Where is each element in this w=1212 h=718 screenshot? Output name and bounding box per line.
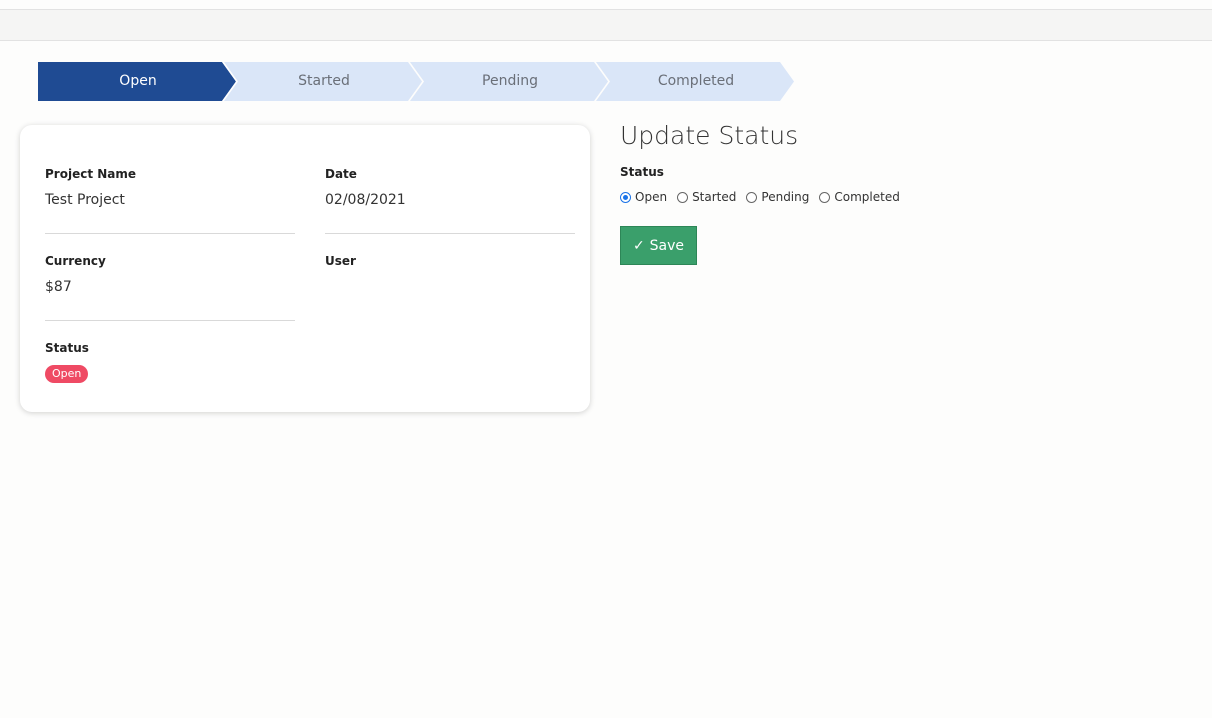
radio-started[interactable]: Started	[677, 190, 736, 204]
project-name-label: Project Name	[45, 167, 137, 181]
step-label: Pending	[482, 73, 538, 89]
status-radio-group: Open Started Pending Completed	[620, 188, 910, 206]
divider	[45, 320, 295, 321]
step-label: Completed	[657, 73, 735, 89]
user-value	[325, 277, 575, 297]
step-pending[interactable]: Pending	[410, 62, 610, 101]
step-label: Started	[298, 73, 350, 89]
update-status-title: Update Status	[620, 121, 799, 150]
date-field: Date 02/08/2021	[325, 166, 575, 210]
project-name-field: Project Name Test Project	[45, 166, 295, 210]
currency-field: Currency $87	[45, 253, 295, 297]
step-open[interactable]: Open	[38, 62, 238, 101]
divider	[45, 233, 295, 234]
project-details-card: Project Name Test Project Date 02/08/202…	[20, 125, 590, 412]
radio-completed[interactable]: Completed	[819, 190, 900, 204]
radio-button[interactable]	[677, 191, 689, 203]
save-button[interactable]: ✓ Save	[620, 226, 697, 265]
step-completed[interactable]: Completed	[596, 62, 796, 101]
save-label: Save	[649, 237, 685, 254]
status-form-label: Status	[620, 165, 664, 179]
status-field: Status Open	[45, 340, 295, 383]
date-label: Date	[325, 167, 357, 181]
radio-button[interactable]	[746, 191, 758, 203]
radio-label: Completed	[834, 190, 900, 204]
radio-button[interactable]	[620, 191, 631, 203]
radio-label: Open	[635, 190, 668, 204]
radio-label: Started	[692, 190, 737, 204]
step-started[interactable]: Started	[224, 62, 424, 101]
date-value: 02/08/2021	[325, 192, 406, 208]
check-icon: ✓	[632, 237, 645, 254]
user-field: User	[325, 253, 575, 297]
currency-label: Currency	[45, 254, 106, 268]
project-name-value: Test Project	[45, 192, 125, 208]
top-bar	[0, 9, 1212, 41]
currency-value: $87	[45, 279, 72, 295]
radio-open[interactable]: Open	[620, 190, 667, 204]
user-label: User	[325, 254, 356, 268]
status-stepper: Open Started Pending Completed	[38, 62, 798, 101]
radio-pending[interactable]: Pending	[746, 190, 809, 204]
status-label: Status	[45, 341, 89, 355]
radio-button[interactable]	[819, 191, 831, 203]
divider	[325, 233, 575, 234]
radio-label: Pending	[761, 190, 810, 204]
step-label: Open	[119, 73, 157, 89]
status-badge: Open	[45, 365, 89, 383]
